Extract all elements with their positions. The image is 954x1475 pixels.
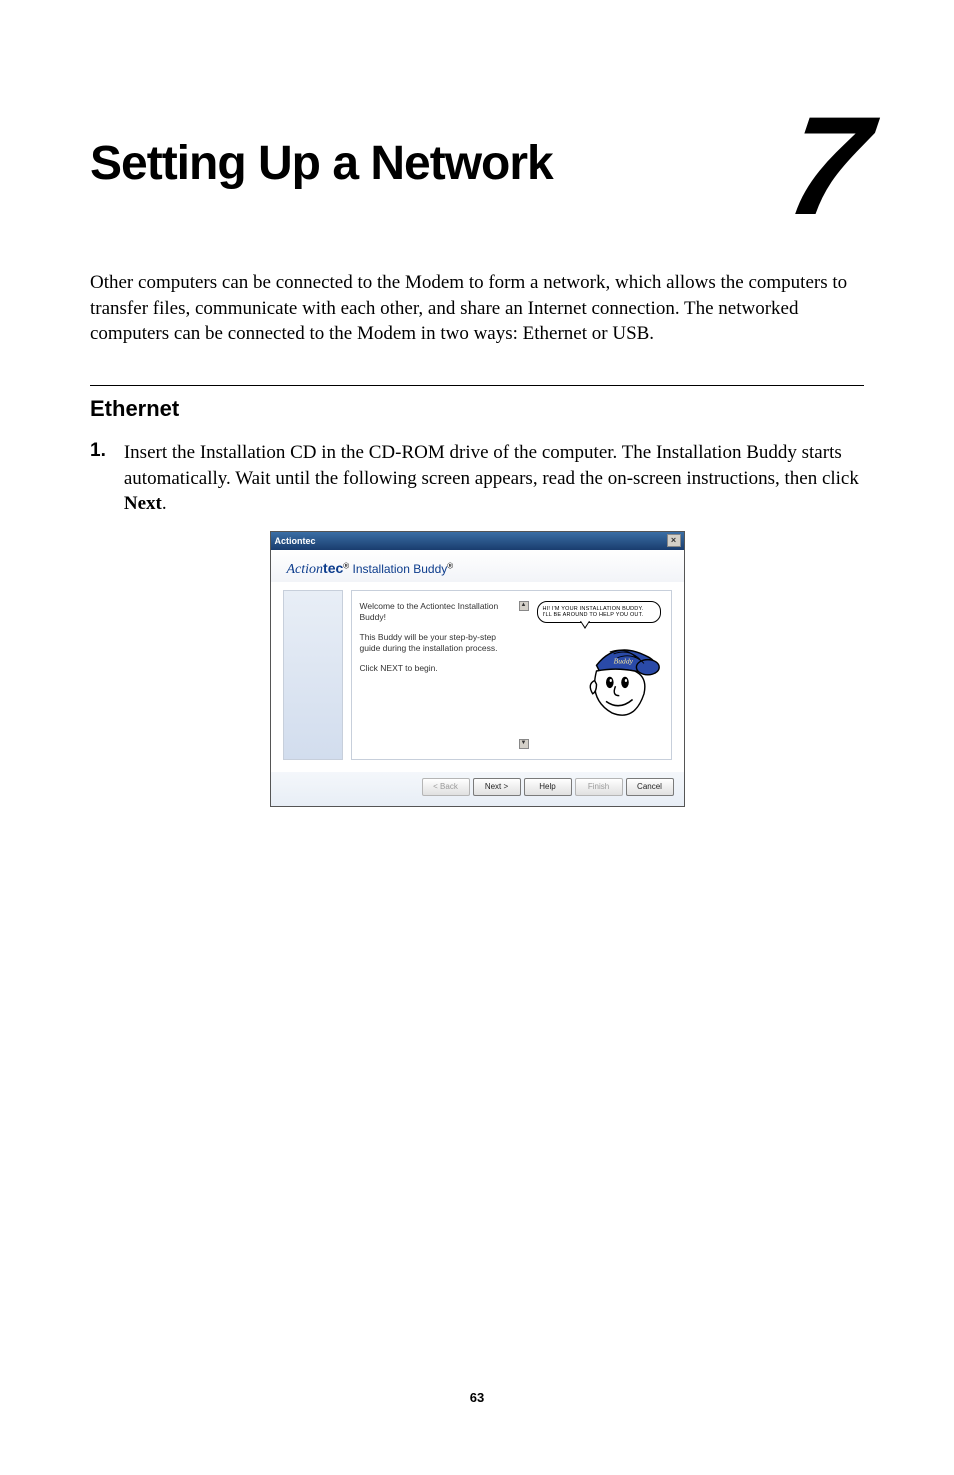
chapter-title: Setting Up a Network: [90, 138, 553, 191]
cdrom-text: CD-ROM: [369, 442, 445, 463]
brand-italic: Action: [287, 562, 324, 577]
installation-buddy-window: Actiontec × Actiontec ® Installation Budd…: [270, 531, 685, 807]
speech-line-2: I'LL BE AROUND TO HELP YOU OUT.: [543, 612, 655, 618]
instr-p1: Welcome to the Actiontec Installation Bu…: [360, 601, 513, 624]
cancel-button[interactable]: Cancel: [626, 778, 674, 796]
intro-paragraph: Other computers can be connected to the …: [90, 270, 864, 347]
next-button[interactable]: Next >: [473, 778, 521, 796]
back-button[interactable]: < Back: [422, 778, 470, 796]
cd-text: CD: [290, 442, 316, 463]
step-number: 1.: [90, 440, 106, 517]
t4: .: [162, 493, 167, 514]
scrollbar[interactable]: ▲ ▼: [519, 601, 529, 749]
brand-logo-text: Actiontec® Installation Buddy®: [287, 560, 670, 578]
brand-sub: Installation Buddy: [349, 562, 447, 576]
chapter-number: 7: [782, 110, 876, 222]
buddy-column: HI! I'M YOUR INSTALLATION BUDDY. I'LL BE…: [535, 601, 663, 749]
titlebar-title: Actiontec: [275, 536, 316, 546]
button-bar: < Back Next > Help Finish Cancel: [271, 772, 684, 806]
help-button[interactable]: Help: [524, 778, 572, 796]
brand-bold: tec: [323, 560, 343, 576]
main-panel: Welcome to the Actiontec Installation Bu…: [351, 590, 672, 760]
section-heading-ethernet: Ethernet: [90, 396, 864, 422]
next-bold: Next: [124, 493, 162, 514]
titlebar: Actiontec ×: [271, 532, 684, 550]
instr-p2: This Buddy will be your step-by-step gui…: [360, 632, 513, 655]
scroll-down-icon[interactable]: ▼: [519, 739, 529, 749]
close-button[interactable]: ×: [667, 534, 681, 547]
app-body: Welcome to the Actiontec Installation Bu…: [271, 582, 684, 772]
wizard-sidebar: [283, 590, 343, 760]
instr-p3: Click NEXT to begin.: [360, 663, 513, 674]
t2: in the: [316, 442, 368, 463]
cap-label: Buddy: [613, 656, 633, 665]
section-divider: [90, 385, 864, 386]
instruction-column: Welcome to the Actiontec Installation Bu…: [360, 601, 513, 749]
brand-reg2: ®: [447, 562, 453, 571]
scroll-up-icon[interactable]: ▲: [519, 601, 529, 611]
buddy-character-icon: Buddy: [568, 633, 663, 728]
step-1: 1. Insert the Installation CD in the CD-…: [90, 440, 864, 517]
speech-bubble: HI! I'M YOUR INSTALLATION BUDDY. I'LL BE…: [537, 601, 661, 624]
step-text: Insert the Installation CD in the CD-ROM…: [124, 440, 864, 517]
page-number: 63: [0, 1390, 954, 1405]
t1: Insert the Installation: [124, 442, 290, 463]
finish-button[interactable]: Finish: [575, 778, 623, 796]
app-header: Actiontec® Installation Buddy®: [271, 550, 684, 582]
